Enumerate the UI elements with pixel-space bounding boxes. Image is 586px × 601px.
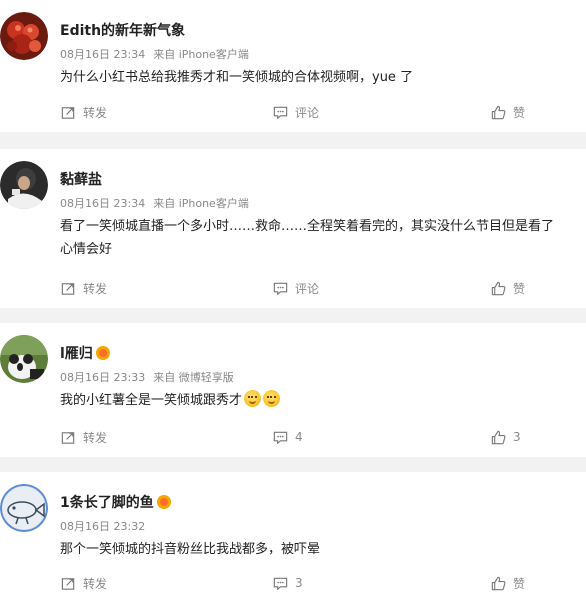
post-meta: 08月16日 23:34 来自 iPhone客户端 xyxy=(60,195,249,211)
thumbs-up-icon xyxy=(491,576,506,590)
post-date: 08月16日 23:34 xyxy=(60,48,146,61)
avatar-image xyxy=(0,335,48,383)
repost-label: 转发 xyxy=(83,576,108,591)
author-name-text: 1条长了脚的鱼 xyxy=(60,495,154,511)
post-text-line: 心情会好 xyxy=(60,242,113,257)
repost-icon xyxy=(61,431,75,444)
post-meta: 08月16日 23:32 xyxy=(60,518,145,534)
avatar-image xyxy=(0,484,48,532)
comment-card: Edith的新年新气象 08月16日 23:34 来自 iPhone客户端 为什么… xyxy=(0,0,586,132)
comment-card: l雁归 08月16日 23:33 来自 微博轻享版 我的小红薯全是一笑倾城跟秀才 … xyxy=(0,323,586,457)
comment-button[interactable]: 3 xyxy=(272,573,303,593)
comment-card: 1条长了脚的鱼 08月16日 23:32 那个一笑倾城的抖音粉丝比我战都多，被吓… xyxy=(0,472,586,601)
like-count: 3 xyxy=(513,430,521,444)
post-content: 为什么小红书总给我推秀才和一笑倾城的合体视频啊，yue 了 xyxy=(60,66,586,89)
post-source: 来自 微博轻享版 xyxy=(153,371,234,384)
author-name-text: 黏藓盐 xyxy=(60,172,102,188)
repost-button[interactable]: 转发 xyxy=(60,102,107,122)
comment-label: 评论 xyxy=(295,105,320,120)
post-date: 08月16日 23:32 xyxy=(60,520,146,533)
post-text-line: 看了一笑倾城直播一个多小时……救命……全程笑着看完的，其实没什么节目但是看了 xyxy=(60,219,555,234)
repost-button[interactable]: 转发 xyxy=(60,427,107,447)
avatar[interactable] xyxy=(0,335,48,383)
comment-button[interactable]: 评论 xyxy=(272,102,319,122)
comment-icon xyxy=(273,577,288,590)
author-name-text: Edith的新年新气象 xyxy=(60,23,186,39)
post-text-line: 那个一笑倾城的抖音粉丝比我战都多，被吓晕 xyxy=(60,542,321,557)
vip-badge-icon xyxy=(95,346,110,360)
comment-count: 3 xyxy=(295,576,303,590)
like-button[interactable]: 赞 xyxy=(490,573,525,593)
thumbs-up-icon xyxy=(491,105,506,119)
comment-feed: Edith的新年新气象 08月16日 23:34 来自 iPhone客户端 为什么… xyxy=(0,0,586,601)
comment-card: 黏藓盐 08月16日 23:34 来自 iPhone客户端 看了一笑倾城直播一个多… xyxy=(0,149,586,308)
repost-icon xyxy=(61,106,75,119)
author-name[interactable]: 1条长了脚的鱼 xyxy=(60,492,171,512)
repost-icon xyxy=(61,282,75,295)
avatar[interactable] xyxy=(0,12,48,60)
smile-emoji-icon xyxy=(263,390,281,407)
post-date: 08月16日 23:34 xyxy=(60,197,146,210)
like-button[interactable]: 赞 xyxy=(490,278,525,298)
like-button[interactable]: 赞 xyxy=(490,102,525,122)
like-button[interactable]: 3 xyxy=(490,427,521,447)
post-content: 那个一笑倾城的抖音粉丝比我战都多，被吓晕 xyxy=(60,538,586,561)
avatar[interactable] xyxy=(0,484,48,532)
repost-label: 转发 xyxy=(83,281,108,296)
like-label: 赞 xyxy=(513,576,526,591)
comment-count: 4 xyxy=(295,430,303,444)
author-name[interactable]: Edith的新年新气象 xyxy=(60,20,185,40)
post-content: 看了一笑倾城直播一个多小时……救命……全程笑着看完的，其实没什么节目但是看了 心… xyxy=(60,215,586,261)
action-bar: 转发 3 赞 xyxy=(0,563,586,601)
comment-icon xyxy=(273,282,288,295)
action-bar: 转发 4 3 xyxy=(0,417,586,457)
thumbs-up-icon xyxy=(491,430,506,444)
post-content: 我的小红薯全是一笑倾城跟秀才 xyxy=(60,389,586,412)
repost-label: 转发 xyxy=(83,430,108,445)
comment-icon xyxy=(273,106,288,119)
post-meta: 08月16日 23:34 来自 iPhone客户端 xyxy=(60,46,249,62)
post-source: 来自 iPhone客户端 xyxy=(153,48,249,61)
post-source: 来自 iPhone客户端 xyxy=(153,197,249,210)
smile-emoji-icon xyxy=(244,390,262,407)
post-meta: 08月16日 23:33 来自 微博轻享版 xyxy=(60,369,234,385)
avatar-image xyxy=(0,161,48,209)
like-label: 赞 xyxy=(513,281,526,296)
repost-button[interactable]: 转发 xyxy=(60,278,107,298)
action-bar: 转发 评论 赞 xyxy=(0,268,586,308)
like-label: 赞 xyxy=(513,105,526,120)
vip-badge-icon xyxy=(156,495,171,509)
post-text: 我的小红薯全是一笑倾城跟秀才 xyxy=(60,393,243,408)
comment-button[interactable]: 4 xyxy=(272,427,303,447)
thumbs-up-icon xyxy=(491,281,506,295)
action-bar: 转发 评论 赞 xyxy=(0,92,586,132)
comment-icon xyxy=(273,431,288,444)
repost-icon xyxy=(61,577,75,590)
avatar[interactable] xyxy=(0,161,48,209)
author-name[interactable]: l雁归 xyxy=(60,343,110,363)
comment-label: 评论 xyxy=(295,281,320,296)
author-name-text: l雁归 xyxy=(60,346,93,362)
post-date: 08月16日 23:33 xyxy=(60,371,146,384)
post-text-line: 我的小红薯全是一笑倾城跟秀才 xyxy=(60,389,586,412)
repost-button[interactable]: 转发 xyxy=(60,573,107,593)
avatar-image xyxy=(0,12,48,60)
comment-button[interactable]: 评论 xyxy=(272,278,319,298)
post-text-line: 为什么小红书总给我推秀才和一笑倾城的合体视频啊，yue 了 xyxy=(60,70,414,85)
author-name[interactable]: 黏藓盐 xyxy=(60,169,102,189)
repost-label: 转发 xyxy=(83,105,108,120)
